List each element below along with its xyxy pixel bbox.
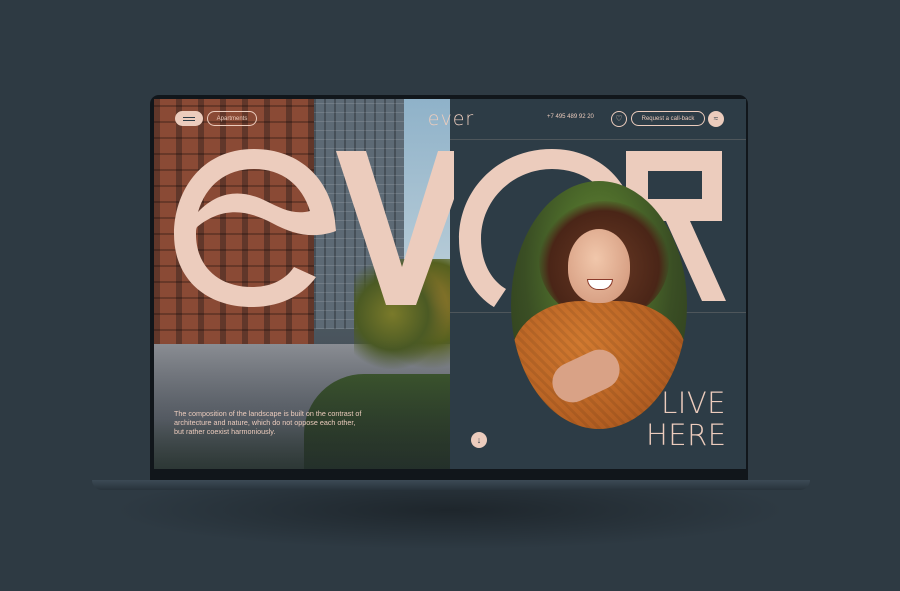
menu-button[interactable] — [175, 111, 203, 126]
laptop-base — [92, 480, 810, 490]
phone-number[interactable]: +7 495 489 92 20 — [547, 114, 594, 120]
wave-icon: ≈ — [713, 114, 719, 123]
scroll-down-button[interactable]: ↓ — [471, 432, 487, 448]
apartments-button[interactable]: Apartments — [207, 111, 257, 126]
website-screen: Apartments ever +7 495 489 92 20 ♡ Reque… — [154, 99, 746, 469]
brand-button[interactable]: ≈ — [708, 111, 724, 127]
callback-button[interactable]: Request a call-back — [631, 111, 705, 126]
tagline-line2: HERE — [646, 418, 727, 452]
letter-e — [174, 149, 336, 307]
hero-description: The composition of the landscape is buil… — [174, 409, 362, 436]
hamburger-icon — [183, 116, 195, 118]
heart-icon: ♡ — [615, 114, 623, 123]
tagline-line1: LIVE — [661, 386, 726, 420]
letter-v — [336, 151, 454, 305]
tagline: LIVE HERE — [646, 387, 726, 451]
favorite-button[interactable]: ♡ — [611, 111, 627, 127]
face — [568, 229, 630, 303]
logo[interactable]: ever — [420, 108, 482, 130]
arrow-down-icon: ↓ — [476, 435, 482, 445]
hamburger-icon-line — [183, 119, 195, 121]
